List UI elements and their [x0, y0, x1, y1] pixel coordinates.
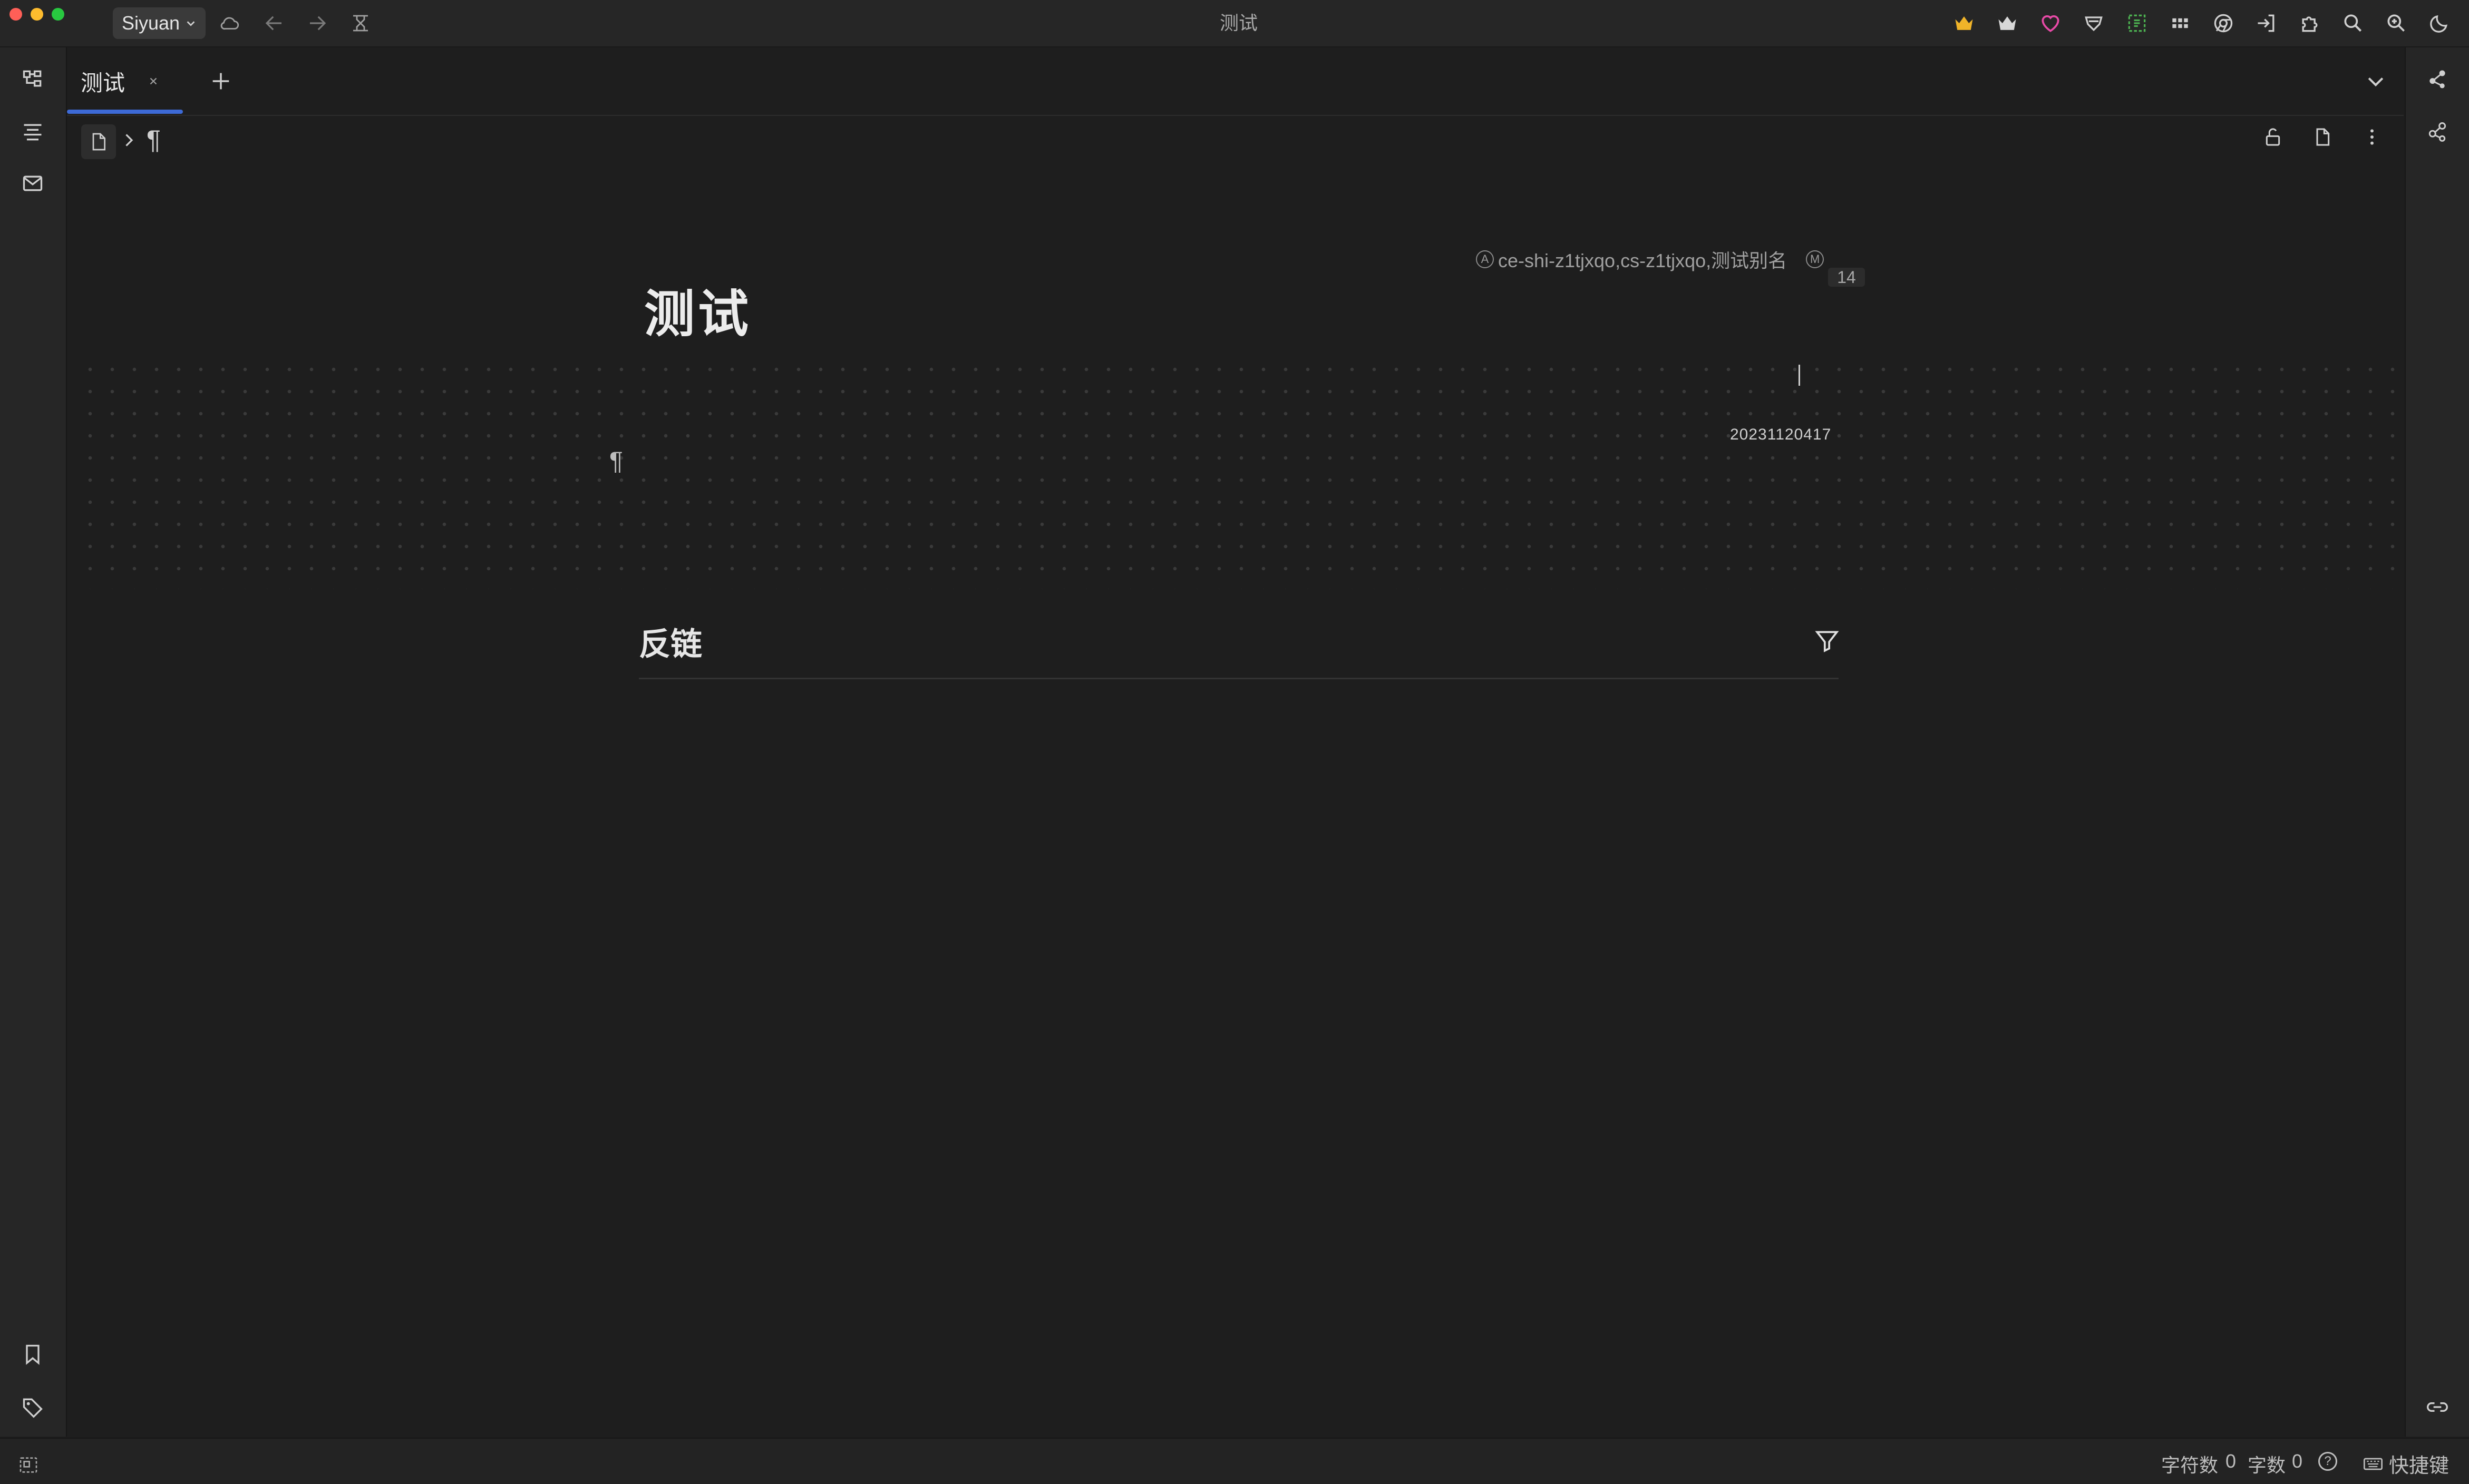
- tab-document[interactable]: 测试: [67, 47, 183, 115]
- file-tree-icon[interactable]: [12, 58, 54, 100]
- text-cursor: [1799, 365, 1800, 386]
- char-count-label: 字符数: [2161, 1454, 2219, 1476]
- help-icon[interactable]: ?: [2318, 1452, 2337, 1471]
- title-bar: Siyuan 测试: [0, 0, 2469, 47]
- attribute-count-badge[interactable]: 14: [1828, 268, 1865, 287]
- grid-plugin-icon[interactable]: [2164, 7, 2196, 39]
- word-count-value: 0: [2292, 1450, 2303, 1472]
- backlink-icon[interactable]: [2416, 1386, 2458, 1428]
- zoom-icon[interactable]: [2380, 7, 2412, 39]
- filter-icon[interactable]: [1811, 625, 1843, 657]
- unlock-icon[interactable]: [2262, 126, 2283, 148]
- crown-white-icon[interactable]: [1991, 7, 2023, 39]
- date-text[interactable]: 20231120417: [1730, 426, 1831, 444]
- new-tab-button[interactable]: [205, 65, 237, 97]
- document-attributes[interactable]: A ce-shi-z1tjxqo,cs-z1tjxqo,测试别名 M: [1476, 246, 1824, 273]
- tab-bar: 测试: [67, 47, 2404, 116]
- moon-icon[interactable]: [2424, 7, 2455, 39]
- cloud-sync-icon[interactable]: [214, 7, 246, 39]
- document-background-pattern: [74, 353, 2405, 589]
- close-window-button[interactable]: [9, 8, 22, 21]
- workspace-label: Siyuan: [121, 12, 180, 34]
- char-count-value: 0: [2225, 1450, 2237, 1472]
- chevron-down-icon: [185, 17, 197, 29]
- outline-icon[interactable]: [12, 111, 54, 153]
- shield-icon[interactable]: [2078, 7, 2110, 39]
- breadcrumb-file-icon[interactable]: [81, 124, 116, 159]
- chrome-icon[interactable]: [2208, 7, 2239, 39]
- chevron-down-icon: [2368, 77, 2384, 87]
- sign-in-icon[interactable]: [2251, 7, 2282, 39]
- keyboard-icon: [2363, 1453, 2384, 1475]
- alias-marker-icon: A: [1476, 250, 1494, 268]
- minimize-window-button[interactable]: [31, 8, 43, 21]
- right-dock: [2405, 47, 2469, 1437]
- graph-icon[interactable]: [2416, 58, 2458, 100]
- heart-icon[interactable]: [2035, 7, 2066, 39]
- active-tab-indicator: [67, 110, 183, 114]
- shortcut-button[interactable]: 快捷键: [2363, 1449, 2449, 1478]
- backlinks-divider: [639, 678, 1839, 679]
- tab-label: 测试: [81, 70, 125, 95]
- tab-list-button[interactable]: [2360, 65, 2392, 97]
- readonly-toggle-icon[interactable]: [345, 7, 376, 39]
- window-title: 测试: [1219, 12, 1258, 34]
- bracket-plugin-icon[interactable]: [2121, 7, 2153, 39]
- more-icon[interactable]: [2361, 126, 2383, 148]
- document-info-icon[interactable]: [2312, 126, 2333, 148]
- breadcrumb-paragraph-icon[interactable]: ¶: [147, 124, 161, 155]
- status-bar: [0, 1438, 2469, 1484]
- left-dock: [0, 47, 67, 1437]
- crown-gold-icon[interactable]: [1948, 7, 1980, 39]
- workspace-switcher-button[interactable]: Siyuan: [113, 7, 206, 39]
- search-icon[interactable]: [2337, 7, 2369, 39]
- plus-icon: [212, 73, 229, 90]
- inbox-icon[interactable]: [12, 162, 54, 204]
- paragraph-block-icon[interactable]: ¶: [609, 447, 623, 476]
- chevron-right-icon: [119, 131, 138, 150]
- close-icon[interactable]: [143, 71, 164, 92]
- memo-marker-icon[interactable]: M: [1806, 250, 1824, 268]
- puzzle-icon[interactable]: [2294, 7, 2326, 39]
- word-count-label: 字数: [2248, 1454, 2286, 1476]
- back-arrow-icon[interactable]: [258, 7, 290, 39]
- tag-icon[interactable]: [12, 1386, 54, 1428]
- bookmark-icon[interactable]: [12, 1333, 54, 1375]
- forward-arrow-icon[interactable]: [302, 7, 333, 39]
- document-alias[interactable]: ce-shi-z1tjxqo,cs-z1tjxqo,测试别名: [1498, 246, 1787, 273]
- dock-toggle-icon[interactable]: [18, 1454, 39, 1476]
- global-graph-icon[interactable]: [2416, 111, 2458, 153]
- backlinks-title: 反链: [639, 627, 702, 662]
- maximize-window-button[interactable]: [52, 8, 64, 21]
- document-title[interactable]: 测试: [644, 273, 752, 346]
- shortcut-label: 快捷键: [2389, 1455, 2449, 1477]
